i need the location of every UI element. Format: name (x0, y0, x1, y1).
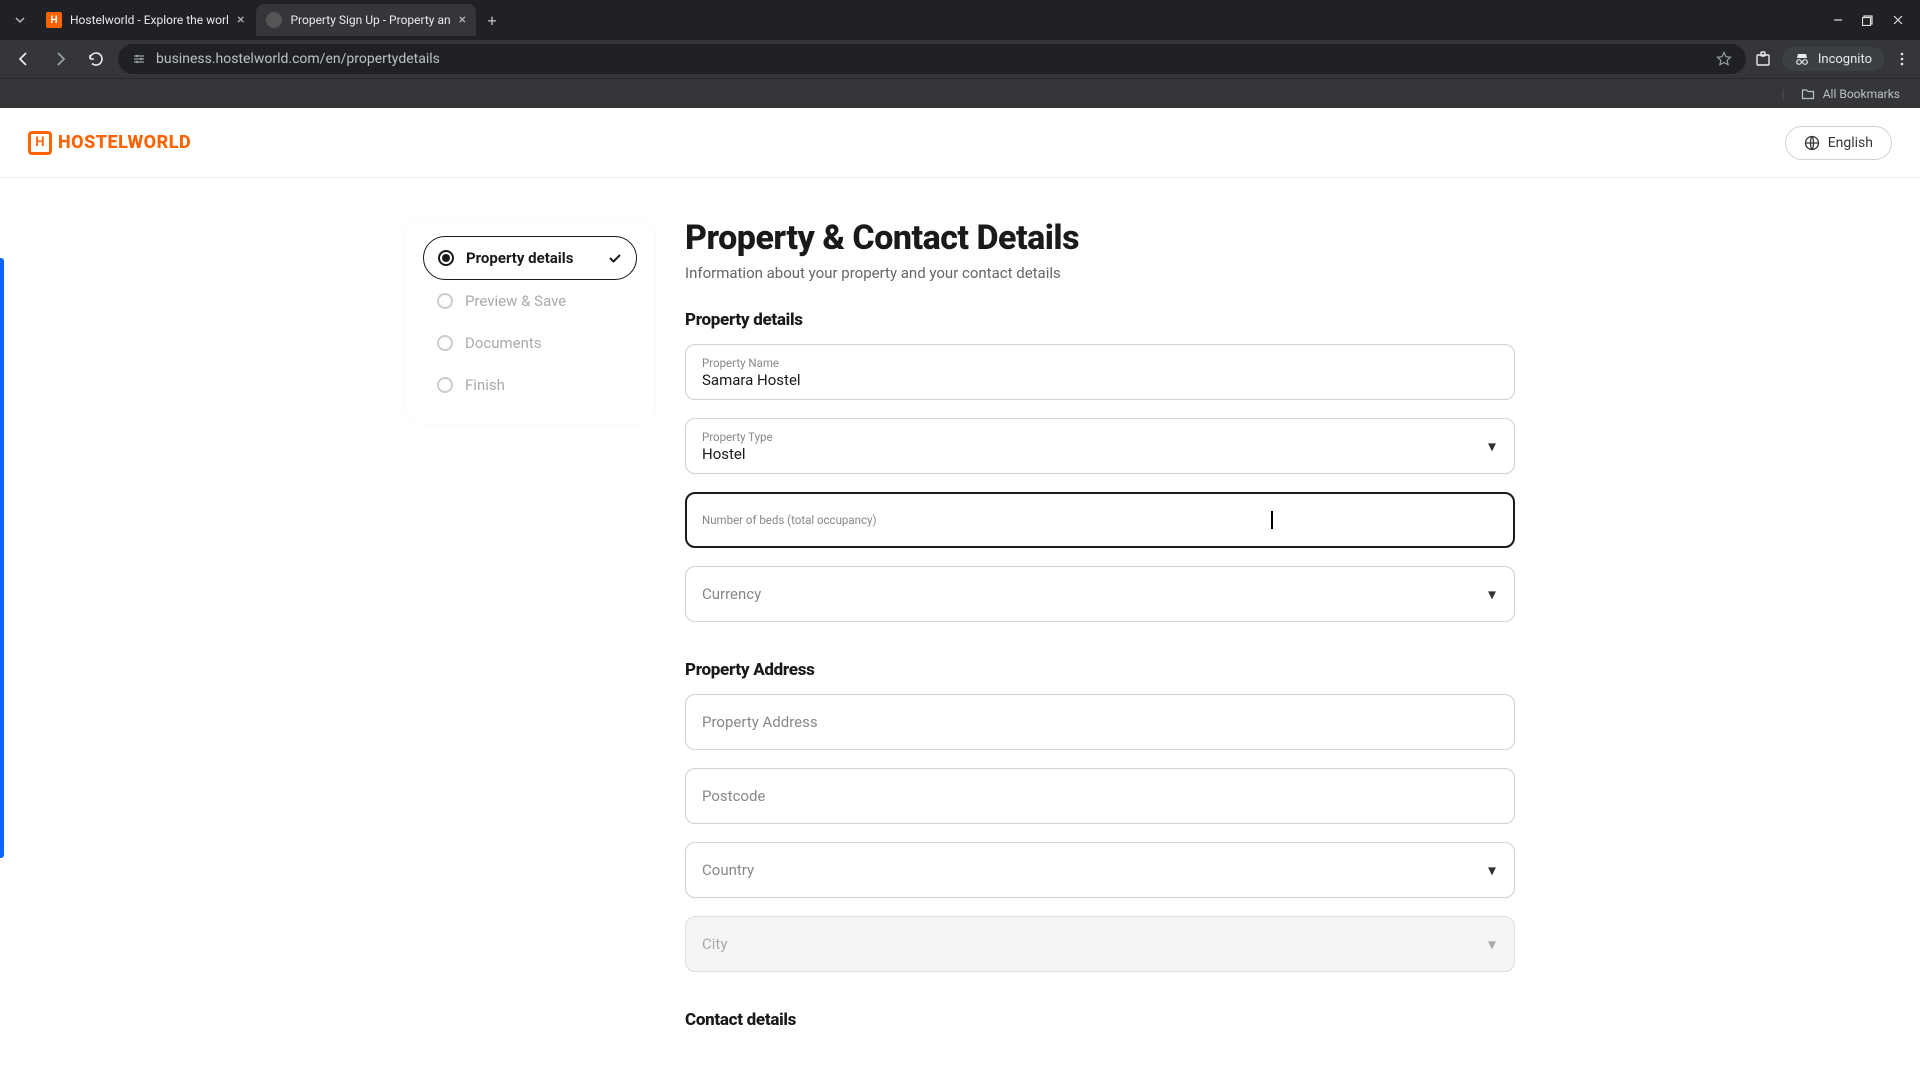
step-property-details[interactable]: Property details (423, 236, 637, 280)
puzzle-icon (1754, 50, 1772, 68)
url-text: business.hostelworld.com/en/propertydeta… (156, 51, 1706, 67)
tab-title: Property Sign Up - Property an (290, 13, 450, 27)
page-content: H HOSTELWORLD English Property details P… (0, 108, 1920, 1080)
chevron-down-icon: ▾ (1488, 585, 1496, 604)
all-bookmarks-button[interactable]: All Bookmarks (1823, 87, 1900, 101)
tab-close-button[interactable]: × (459, 12, 466, 28)
page-title: Property & Contact Details (685, 218, 1515, 258)
field-value: Hostel (702, 445, 1498, 463)
folder-icon (1801, 87, 1815, 101)
star-icon (1716, 51, 1732, 67)
chevron-down-icon: ▾ (1488, 437, 1496, 456)
browser-tab-active[interactable]: Property Sign Up - Property an × (256, 4, 476, 36)
section-property-details-title: Property details (685, 310, 1515, 330)
tab-close-button[interactable]: × (237, 12, 244, 28)
currency-select[interactable]: Currency ▾ (685, 566, 1515, 622)
reload-icon (87, 50, 105, 68)
number-of-beds-field[interactable]: Number of beds (total occupancy) (685, 492, 1515, 548)
divider: | (1782, 87, 1785, 101)
close-window-button[interactable] (1892, 14, 1904, 26)
step-label: Preview & Save (465, 292, 623, 310)
field-value: Samara Hostel (702, 371, 1498, 389)
app-header: H HOSTELWORLD English (0, 108, 1920, 178)
incognito-indicator[interactable]: Incognito (1782, 47, 1884, 71)
forward-button[interactable] (46, 45, 74, 73)
step-label: Documents (465, 334, 623, 352)
language-selector[interactable]: English (1785, 126, 1892, 160)
logo-mark-icon: H (28, 131, 52, 155)
close-icon (1892, 14, 1904, 26)
section-contact-details-title: Contact details (685, 1010, 1515, 1030)
brand-logo[interactable]: H HOSTELWORLD (28, 131, 191, 155)
chevron-down-icon (14, 14, 26, 26)
field-label: Property Type (702, 430, 1498, 444)
maximize-icon (1862, 14, 1874, 26)
extensions-button[interactable] (1754, 50, 1772, 68)
reload-button[interactable] (82, 45, 110, 73)
property-type-select[interactable]: Property Type Hostel ▾ (685, 418, 1515, 474)
window-controls (1832, 14, 1912, 26)
field-placeholder: Country (702, 861, 1498, 879)
kebab-icon (1894, 51, 1910, 67)
field-placeholder: Postcode (702, 787, 1498, 805)
form-area: Property & Contact Details Information a… (685, 218, 1515, 1044)
bookmark-star-button[interactable] (1716, 51, 1732, 67)
field-placeholder: Currency (702, 585, 1498, 603)
favicon-icon (266, 12, 282, 28)
tune-icon (132, 52, 146, 66)
tab-search-button[interactable] (8, 8, 32, 32)
city-select[interactable]: City ▾ (685, 916, 1515, 972)
language-label: English (1828, 135, 1873, 151)
step-documents[interactable]: Documents (423, 322, 637, 364)
field-label: Property Name (702, 356, 1498, 370)
property-name-field[interactable]: Property Name Samara Hostel (685, 344, 1515, 400)
browser-toolbar: business.hostelworld.com/en/propertydeta… (0, 40, 1920, 78)
radio-icon (437, 335, 453, 351)
maximize-button[interactable] (1862, 14, 1874, 26)
minimize-button[interactable] (1832, 14, 1844, 26)
globe-icon (1804, 135, 1820, 151)
arrow-right-icon (51, 50, 69, 68)
step-label: Finish (465, 376, 623, 394)
progress-stepper: Property details Preview & Save Document… (405, 218, 655, 424)
incognito-icon (1794, 51, 1810, 67)
field-label: Number of beds (total occupancy) (702, 513, 1498, 527)
minimize-icon (1832, 14, 1844, 26)
browser-tab-strip: H Hostelworld - Explore the worl × Prope… (0, 0, 1920, 40)
back-button[interactable] (10, 45, 38, 73)
tab-title: Hostelworld - Explore the worl (70, 13, 229, 27)
field-placeholder: City (702, 935, 1498, 953)
page-accent-edge (0, 258, 4, 858)
incognito-label: Incognito (1818, 52, 1872, 67)
radio-icon (438, 250, 454, 266)
property-address-field[interactable]: Property Address (685, 694, 1515, 750)
country-select[interactable]: Country ▾ (685, 842, 1515, 898)
bookmarks-bar: | All Bookmarks (0, 78, 1920, 108)
site-info-icon[interactable] (132, 52, 146, 66)
radio-icon (437, 293, 453, 309)
browser-menu-button[interactable] (1894, 51, 1910, 67)
address-bar[interactable]: business.hostelworld.com/en/propertydeta… (118, 44, 1746, 74)
check-icon (608, 251, 622, 265)
new-tab-button[interactable]: + (478, 6, 506, 34)
page-subtitle: Information about your property and your… (685, 264, 1515, 282)
favicon-icon: H (46, 12, 62, 28)
step-label: Property details (466, 249, 596, 267)
field-placeholder: Property Address (702, 713, 1498, 731)
step-preview-save[interactable]: Preview & Save (423, 280, 637, 322)
brand-name: HOSTELWORLD (58, 132, 191, 153)
postcode-field[interactable]: Postcode (685, 768, 1515, 824)
step-finish[interactable]: Finish (423, 364, 637, 406)
text-cursor-icon (1271, 511, 1273, 529)
chevron-down-icon: ▾ (1488, 935, 1496, 954)
browser-tab[interactable]: H Hostelworld - Explore the worl × (36, 4, 254, 36)
chevron-down-icon: ▾ (1488, 861, 1496, 880)
radio-icon (437, 377, 453, 393)
arrow-left-icon (15, 50, 33, 68)
section-property-address-title: Property Address (685, 660, 1515, 680)
